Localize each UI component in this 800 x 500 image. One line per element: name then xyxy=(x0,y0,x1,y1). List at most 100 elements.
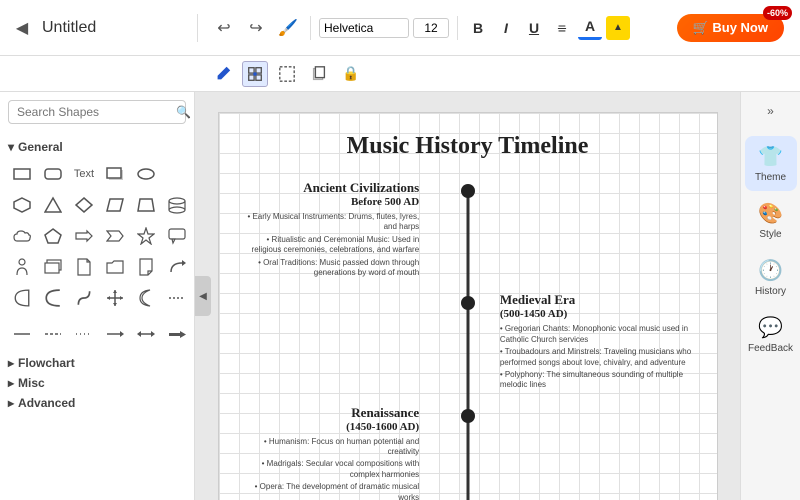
highlight-button[interactable]: ▲ xyxy=(606,16,630,40)
search-box[interactable]: 🔍 xyxy=(8,100,186,124)
ancient-dot xyxy=(461,184,475,198)
buy-now-label: 🛒 Buy Now xyxy=(693,20,768,36)
shape-c-shape[interactable] xyxy=(39,284,67,312)
redo-button[interactable]: ↪ xyxy=(242,14,270,42)
copy-format-tool[interactable] xyxy=(306,61,332,87)
history-label: History xyxy=(755,286,786,297)
shape-callout[interactable] xyxy=(163,222,191,250)
strikethrough-button[interactable]: ≡ xyxy=(550,16,574,40)
diagram-canvas[interactable]: Music History Timeline Ancient Civilizat… xyxy=(218,112,718,500)
canvas-area: ◀ Music History Timeline Ancient Civiliz… xyxy=(195,92,740,500)
shape-trapezoid[interactable] xyxy=(132,191,160,219)
medieval-content: Medieval Era (500-1450 AD) • Gregorian C… xyxy=(486,292,697,392)
text-color-button[interactable]: A xyxy=(578,16,602,40)
section-label: General xyxy=(18,140,63,154)
misc-collapse-icon: ▸ xyxy=(8,376,14,390)
shape-dotted[interactable] xyxy=(70,320,98,348)
format-button[interactable]: 🖌️ xyxy=(274,14,302,42)
style-panel-item[interactable]: 🎨 Style xyxy=(745,193,797,248)
pencil-tool[interactable] xyxy=(210,61,236,87)
shape-diamond[interactable] xyxy=(70,191,98,219)
shape-dashed[interactable] xyxy=(39,320,67,348)
shape-s-curve[interactable] xyxy=(70,284,98,312)
history-panel-item[interactable]: 🕐 History xyxy=(745,250,797,305)
feedback-label: FeedBack xyxy=(748,343,793,354)
ancient-title: Ancient Civilizations xyxy=(239,180,420,196)
shape-person[interactable] xyxy=(8,253,36,281)
shape-shadow-rect[interactable] xyxy=(101,160,129,188)
advanced-collapse-icon: ▸ xyxy=(8,396,14,410)
shape-document[interactable] xyxy=(70,253,98,281)
shape-chevron[interactable] xyxy=(101,222,129,250)
italic-button[interactable]: I xyxy=(494,16,518,40)
collapse-left-button[interactable]: ◀ xyxy=(195,276,211,316)
font-name-input[interactable] xyxy=(319,18,409,38)
general-section-header[interactable]: ▾ General xyxy=(8,140,186,154)
separator-1 xyxy=(310,16,311,40)
shape-double-rect[interactable] xyxy=(39,253,67,281)
theme-icon: 👕 xyxy=(758,144,783,169)
shape-triangle[interactable] xyxy=(39,191,67,219)
flowchart-section-header[interactable]: ▸ Flowchart xyxy=(8,356,186,370)
timeline-container: Ancient Civilizations Before 500 AD • Ea… xyxy=(239,180,697,500)
medieval-dot xyxy=(461,296,475,310)
shape-cylinder[interactable] xyxy=(163,191,191,219)
misc-section-header[interactable]: ▸ Misc xyxy=(8,376,186,390)
ancient-bullet-1: • Early Musical Instruments: Drums, flut… xyxy=(239,212,420,233)
feedback-panel-item[interactable]: 💬 FeedBack xyxy=(745,307,797,362)
renaissance-dot xyxy=(461,409,475,423)
main-area: 🔍 ▾ General Text xyxy=(0,92,800,500)
shape-thick-arrow[interactable] xyxy=(163,320,191,348)
lock-tool[interactable]: 🔒 xyxy=(338,61,364,87)
shape-double-arrow[interactable] xyxy=(132,320,160,348)
shape-arrows-all[interactable] xyxy=(101,284,129,312)
shape-arrow-right[interactable] xyxy=(70,222,98,250)
back-button[interactable]: ◀ xyxy=(8,14,36,42)
shape-misc[interactable] xyxy=(163,284,191,312)
shape-rect-rounded[interactable] xyxy=(39,160,67,188)
feedback-icon: 💬 xyxy=(758,315,783,340)
shape-line[interactable] xyxy=(8,320,36,348)
shape-ellipse[interactable] xyxy=(132,160,160,188)
ancient-bullet-2: • Ritualistic and Ceremonial Music: Used… xyxy=(239,235,420,256)
shape-pentagon[interactable] xyxy=(39,222,67,250)
theme-panel-item[interactable]: 👕 Theme xyxy=(745,136,797,191)
expand-right-button[interactable]: » xyxy=(756,96,786,126)
right-panel: » 👕 Theme 🎨 Style 🕐 History 💬 FeedBack xyxy=(740,92,800,500)
advanced-section-header[interactable]: ▸ Advanced xyxy=(8,396,186,410)
timeline-item-ancient: Ancient Civilizations Before 500 AD • Ea… xyxy=(239,180,697,280)
select-tool[interactable] xyxy=(274,61,300,87)
font-size-input[interactable] xyxy=(413,18,449,38)
shapes-panel: 🔍 ▾ General Text xyxy=(0,92,195,500)
undo-button[interactable]: ↩ xyxy=(210,14,238,42)
shape-folder[interactable] xyxy=(101,253,129,281)
diagram-title: Music History Timeline xyxy=(239,133,697,160)
ancient-period: Before 500 AD xyxy=(239,196,420,208)
renaissance-title: Renaissance xyxy=(239,405,420,421)
section-collapse-icon: ▾ xyxy=(8,140,14,154)
renaissance-period: (1450-1600 AD) xyxy=(239,421,420,433)
ancient-bullet-3: • Oral Traditions: Music passed down thr… xyxy=(239,258,420,279)
shape-d-left[interactable] xyxy=(8,284,36,312)
misc-label: Misc xyxy=(18,376,45,390)
buy-now-button[interactable]: 🛒 Buy Now -60% xyxy=(677,14,784,42)
medieval-bullet-3: • Polyphony: The simultaneous sounding o… xyxy=(500,370,697,391)
advanced-label: Advanced xyxy=(18,396,75,410)
shape-note[interactable] xyxy=(132,253,160,281)
shape-text[interactable]: Text xyxy=(70,160,98,188)
shape-crescent[interactable] xyxy=(132,284,160,312)
shape-hexagon[interactable] xyxy=(8,191,36,219)
shape-arrow-line[interactable] xyxy=(101,320,129,348)
bold-button[interactable]: B xyxy=(466,16,490,40)
search-input[interactable] xyxy=(17,105,172,119)
shape-curved-arrow[interactable] xyxy=(163,253,191,281)
shape-cloud[interactable] xyxy=(8,222,36,250)
theme-label: Theme xyxy=(755,172,786,183)
shape-rect[interactable] xyxy=(8,160,36,188)
underline-button[interactable]: U xyxy=(522,16,546,40)
document-title: Untitled xyxy=(42,19,96,37)
shape-parallelogram[interactable] xyxy=(101,191,129,219)
cursor-tool[interactable] xyxy=(242,61,268,87)
shape-star[interactable] xyxy=(132,222,160,250)
flowchart-label: Flowchart xyxy=(18,356,75,370)
